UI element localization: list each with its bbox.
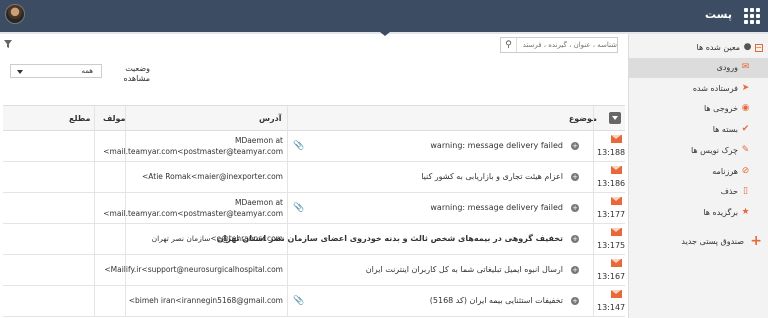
envelope-icon [611,135,622,143]
main-panel: ⚲ وضعیت مشاهده همه موضوع آدرس مولف مطلع … [0,34,628,318]
sidebar-item-spam[interactable]: ⊘ هرزنامه [628,162,768,182]
new-mailbox-button[interactable]: + صندوق پستی جدید [628,232,768,250]
expand-icon[interactable]: + [571,297,579,305]
expand-icon[interactable]: + [571,142,579,150]
expand-icon[interactable]: + [571,204,579,212]
table-row[interactable]: 13:167 + ارسال انبوه ایمیل تبلیغاتی شما … [3,255,625,286]
mail-table: موضوع آدرس مولف مطلع 13:188 + warning: m… [3,105,625,317]
status-filter-label: وضعیت مشاهده [123,64,150,83]
sidebar-item-drafts[interactable]: ✎ چرک نویس ها [628,141,768,161]
table-row[interactable]: 13:177 + warning: message delivery faile… [3,193,625,224]
apps-grid-icon[interactable] [744,8,760,24]
expand-icon[interactable]: + [571,173,579,181]
chevron-down-icon [17,70,23,74]
draft-icon: ✎ [741,145,750,155]
status-filter-select[interactable]: همه [10,64,102,78]
expand-toggle-icon[interactable] [609,112,621,124]
trash-icon: ▯ [743,186,748,196]
plus-icon: + [750,233,762,249]
envelope-icon [611,290,622,298]
collapse-toggle-icon[interactable]: − [755,44,763,52]
expand-icon[interactable]: + [571,266,579,274]
user-avatar[interactable] [5,4,25,24]
filter-icon[interactable] [4,40,12,48]
outbox-icon: ◉ [741,103,750,113]
search-icon[interactable]: ⚲ [501,38,517,52]
envelope-icon [611,228,622,236]
check-icon: ✔ [741,124,750,134]
top-bar: پست [0,0,768,32]
sidebar-item-sent[interactable]: ➤ فرستاده شده [628,79,768,99]
column-author[interactable]: مولف [103,114,126,123]
sidebar: − ● معین شده ها ✉ ورودی ➤ فرستاده شده ◉ … [628,34,768,318]
inbox-icon: ✉ [741,62,750,72]
folder-icon: ● [743,42,752,52]
column-address[interactable]: آدرس [259,114,282,123]
envelope-icon [611,166,622,174]
envelope-icon [611,259,622,267]
table-row[interactable]: 13:186 + اعزام هیئت تجاری و بازاریابی به… [3,162,625,193]
sent-icon: ➤ [741,83,750,93]
search-input[interactable] [519,38,617,52]
spam-icon: ⊘ [741,166,750,176]
sidebar-item-outbox[interactable]: ◉ خروجی ها [628,99,768,119]
envelope-icon [611,197,622,205]
attachment-icon: 📎 [293,203,305,213]
table-header: موضوع آدرس مولف مطلع [3,105,625,131]
column-related[interactable]: مطلع [69,114,90,123]
expand-icon[interactable]: + [571,235,579,243]
sidebar-root-assigned[interactable]: − ● معین شده ها [628,38,768,58]
attachment-icon: 📎 [293,296,305,306]
app-title: پست [705,8,732,21]
sidebar-item-closed[interactable]: ✔ بسته ها [628,120,768,140]
favorites-icon: ★ [741,207,750,217]
attachment-icon: 📎 [293,141,305,151]
search-box: ⚲ [500,37,618,53]
sidebar-item-favorites[interactable]: ★ برگزیده ها [628,203,768,223]
table-row[interactable]: 13:175 + تخفیف گروهی در بیمه‌های شخص ثال… [3,224,625,255]
sidebar-item-trash[interactable]: ▯ حذف [628,182,768,202]
table-row[interactable]: 13:147 + تخفیفات استثنایی بیمه ایران (کد… [3,286,625,317]
sidebar-item-inbox[interactable]: ✉ ورودی [628,58,768,78]
table-row[interactable]: 13:188 + warning: message delivery faile… [3,131,625,162]
